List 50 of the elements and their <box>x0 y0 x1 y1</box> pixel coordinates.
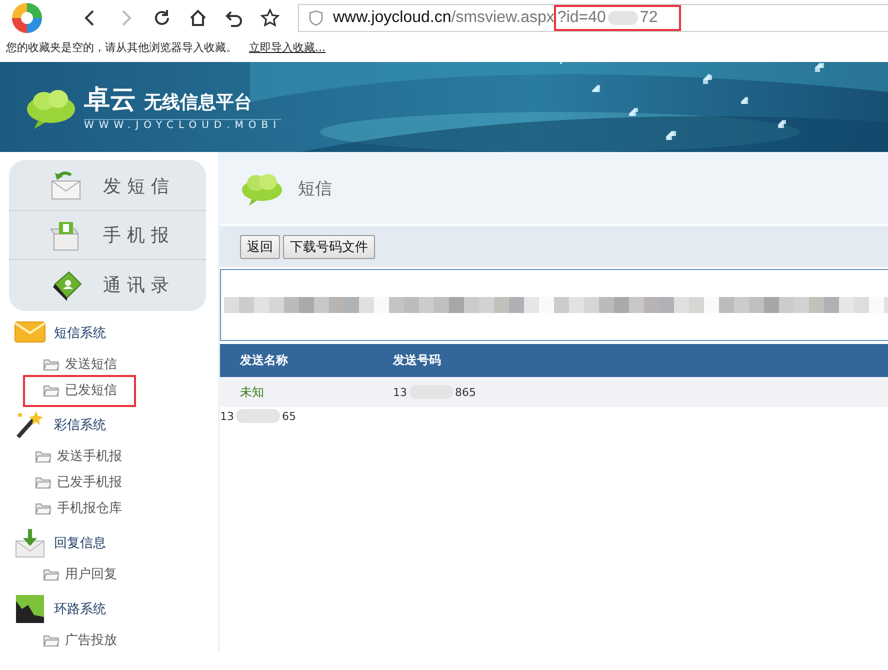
folder-icon <box>43 567 59 581</box>
table-cell-text: 未知 <box>239 384 265 400</box>
url-query: ?id=40 <box>557 9 606 27</box>
quick-action[interactable]: 发短信 <box>9 162 206 211</box>
quick-action[interactable]: 通讯录 <box>9 260 206 309</box>
folder-icon <box>35 475 51 489</box>
menu-group[interactable]: 环路系统 <box>54 600 106 618</box>
action-button[interactable]: 下载号码文件 <box>283 234 375 258</box>
folder-icon <box>43 357 59 371</box>
menu-item[interactable]: 已发手机报 <box>57 473 122 491</box>
table-cell: 13 <box>393 386 407 398</box>
column-header: 发送号码 <box>393 352 441 369</box>
folder-icon <box>43 383 59 397</box>
redacted-text <box>236 409 280 423</box>
column-header: 发送名称 <box>238 352 289 369</box>
phone-number: 65 <box>282 410 296 422</box>
line-chart-icon <box>14 593 46 625</box>
menu-item[interactable]: 发送短信 <box>65 355 117 373</box>
action-button[interactable]: 返回 <box>240 234 280 258</box>
import-bookmarks-link[interactable]: 立即导入收藏... <box>249 40 326 54</box>
menu-item[interactable]: 已发短信 <box>65 381 117 399</box>
brand-url: WWW.JOYCLOUD.MOBI <box>84 119 282 131</box>
folder-icon <box>43 633 59 647</box>
page-title: 短信 <box>298 178 332 200</box>
phone-number: 13 <box>220 410 234 422</box>
quick-action[interactable]: 手机报 <box>9 211 206 260</box>
folder-icon <box>35 449 51 463</box>
url-query: 72 <box>640 9 658 27</box>
menu-item[interactable]: 手机报仓库 <box>57 499 122 517</box>
url-host: www.joycloud.cn <box>333 9 452 27</box>
home-icon[interactable] <box>188 8 208 28</box>
address-field[interactable]: www.joycloud.cn/smsview.aspx ?id=40 72 <box>298 4 888 32</box>
menu-item[interactable]: 广告投放 <box>65 631 117 649</box>
bookmarks-message: 您的收藏夹是空的，请从其他浏览器导入收藏。 <box>6 40 237 54</box>
menu-item[interactable]: 发送手机报 <box>57 447 122 465</box>
menu-group[interactable]: 回复信息 <box>54 534 106 552</box>
reload-icon[interactable] <box>152 8 172 28</box>
redacted-text <box>608 11 638 25</box>
envelope-download-icon <box>14 527 46 559</box>
menu-item[interactable]: 用户回复 <box>65 565 117 583</box>
brand-tagline: 无线信息平台 <box>144 91 252 114</box>
star-icon[interactable] <box>260 8 280 28</box>
shield-icon <box>309 10 323 26</box>
menu-group[interactable]: 彩信系统 <box>54 416 106 434</box>
table-cell: 865 <box>455 386 476 398</box>
brand-name: 卓云 <box>84 84 136 117</box>
url-path: /smsview.aspx <box>451 9 554 27</box>
folder-icon <box>35 501 51 515</box>
menu-group[interactable]: 短信系统 <box>54 324 106 342</box>
browser-logo-icon <box>10 1 44 35</box>
